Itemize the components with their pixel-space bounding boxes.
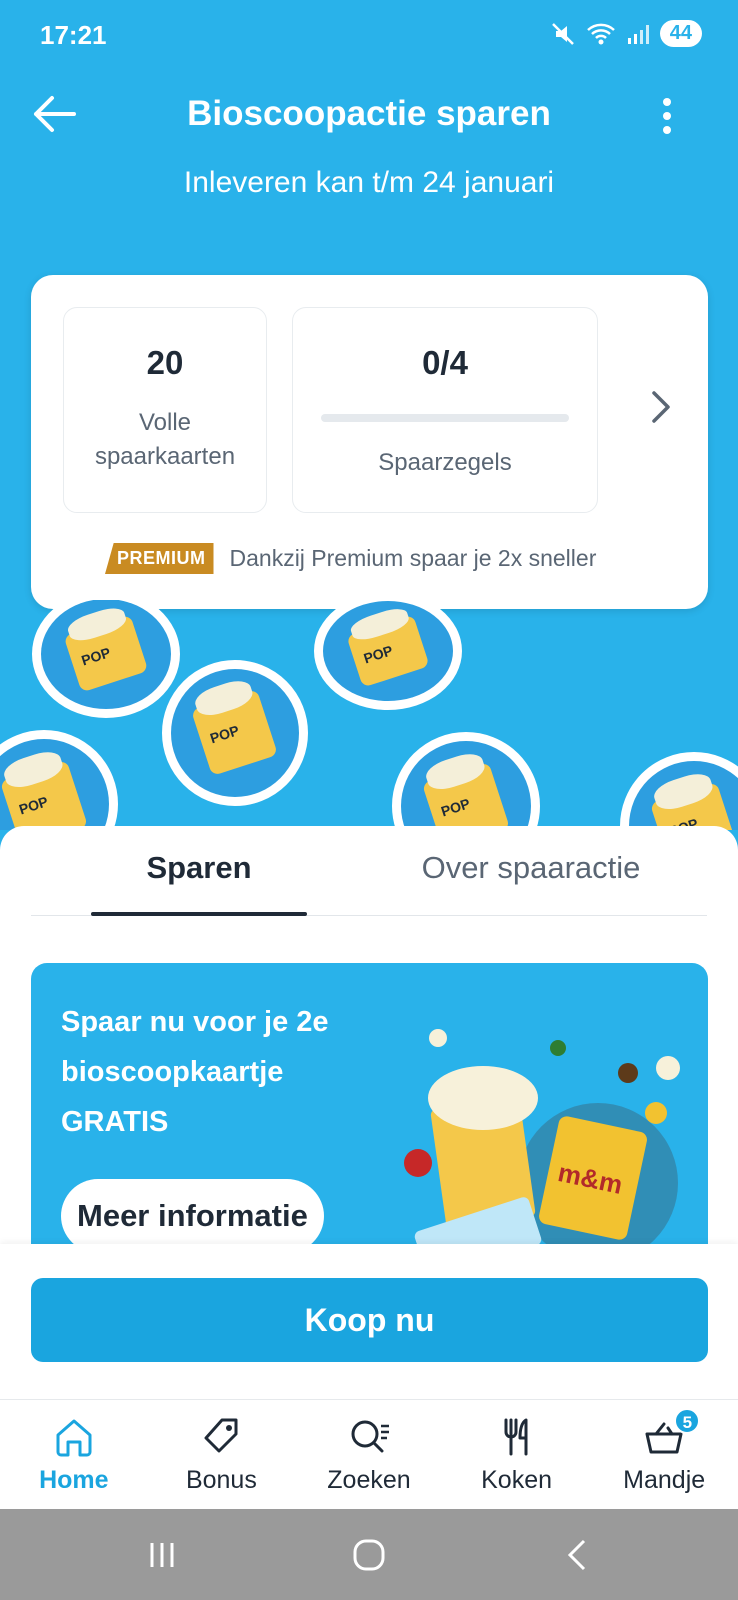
stamps-progress-bar: [321, 414, 569, 422]
more-options-icon[interactable]: [656, 96, 678, 136]
page-title: Bioscoopactie sparen: [187, 94, 551, 133]
stamp-image: [620, 752, 738, 830]
stamps-stat: 0/4 Spaarzegels: [292, 307, 598, 513]
status-bar: 17:21 44: [0, 0, 738, 70]
stamp-image: [0, 730, 118, 830]
bottom-nav: Home Bonus Zoeken Koken 5 Mandje: [0, 1399, 738, 1509]
home-icon: [56, 1419, 92, 1457]
stamp-decoration: [0, 600, 738, 830]
full-cards-stat: 20 Volle spaarkaarten: [63, 307, 267, 513]
nav-mandje-label: Mandje: [623, 1466, 706, 1494]
nav-mandje[interactable]: 5 Mandje: [590, 1400, 738, 1509]
battery-indicator: 44: [659, 20, 702, 47]
nav-bonus-label: Bonus: [185, 1466, 257, 1494]
status-icons: 44: [550, 20, 702, 47]
nav-bonus[interactable]: Bonus: [148, 1400, 296, 1509]
recent-apps-icon[interactable]: [142, 1535, 182, 1575]
tab-bar: Sparen Over spaaractie: [31, 826, 707, 916]
full-cards-label: Volle spaarkaarten: [64, 406, 266, 474]
status-time: 17:21: [40, 20, 107, 50]
stamp-image: [392, 732, 540, 830]
premium-row: PREMIUM Dankzij Premium spaar je 2x snel…: [105, 543, 596, 574]
home-button-icon[interactable]: [349, 1535, 389, 1575]
stamps-value: 0/4: [422, 344, 468, 381]
deadline-subtitle: Inleveren kan t/m 24 januari: [183, 166, 555, 199]
mute-icon: [551, 22, 574, 45]
promo-banner: Spaar nu voor je 2e bioscoopkaartje GRAT…: [31, 963, 708, 1244]
app-header: Bioscoopactie sparen: [0, 80, 738, 150]
promo-line-2: bioscoopkaartje: [61, 1056, 284, 1088]
full-cards-label-line1: Volle: [138, 409, 192, 436]
full-cards-label-line2: spaarkaarten: [94, 443, 236, 470]
buy-now-button[interactable]: Koop nu: [31, 1278, 708, 1362]
nav-koken[interactable]: Koken: [443, 1400, 591, 1509]
nav-zoeken[interactable]: Zoeken: [295, 1400, 443, 1509]
stamps-label: Spaarzegels: [378, 449, 512, 476]
premium-badge: PREMIUM: [105, 543, 214, 574]
search-icon: [351, 1420, 389, 1453]
promo-line-1: Spaar nu voor je 2e: [61, 1006, 329, 1038]
premium-text: Dankzij Premium spaar je 2x sneller: [229, 545, 597, 571]
cutlery-icon: [504, 1418, 528, 1456]
main-sheet: Sparen Over spaaractie Spaar nu voor je …: [0, 826, 738, 1244]
stamp-image: [32, 600, 180, 718]
more-info-button[interactable]: Meer informatie: [61, 1179, 324, 1244]
promo-text: Spaar nu voor je 2e bioscoopkaartje GRAT…: [61, 997, 391, 1147]
popcorn-candy-illustration: m&m: [404, 1029, 680, 1244]
tab-sparen[interactable]: Sparen: [91, 850, 307, 886]
tag-icon: [204, 1418, 238, 1453]
active-tab-indicator: [91, 912, 307, 916]
promo-line-3: GRATIS: [61, 1106, 169, 1138]
signal-icon: [627, 24, 649, 44]
system-back-icon[interactable]: [558, 1535, 598, 1575]
full-cards-value: 20: [146, 344, 184, 381]
tab-over-spaaractie[interactable]: Over spaaractie: [371, 850, 691, 886]
stamp-image: [162, 660, 308, 806]
cart-count-badge: 5: [674, 1408, 701, 1434]
footer-cta: Koop nu: [0, 1244, 738, 1399]
nav-home-label: Home: [39, 1466, 109, 1494]
wifi-icon: [586, 23, 615, 44]
system-nav-bar: [0, 1509, 738, 1600]
savings-card[interactable]: 20 Volle spaarkaarten 0/4 Spaarzegels PR…: [31, 275, 708, 609]
stamp-image: [314, 600, 462, 710]
chevron-right-icon[interactable]: [646, 387, 676, 427]
nav-koken-label: Koken: [481, 1466, 553, 1494]
nav-home[interactable]: Home: [0, 1400, 148, 1509]
nav-zoeken-label: Zoeken: [327, 1466, 411, 1494]
